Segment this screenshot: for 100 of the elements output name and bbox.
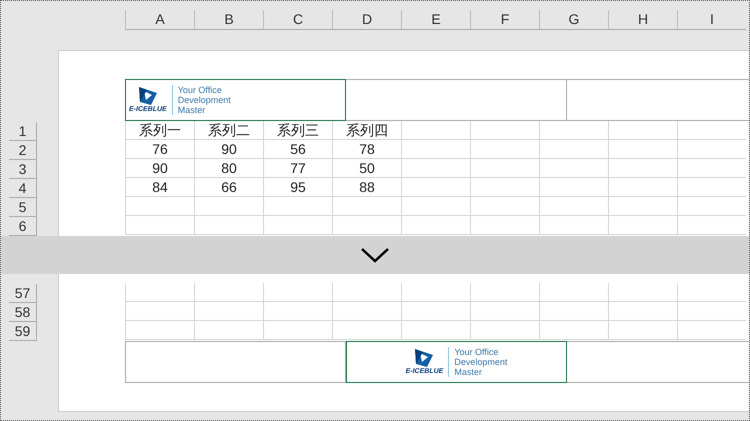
table-cell[interactable] [470,197,539,216]
table-cell[interactable] [194,216,263,235]
table-cell[interactable] [470,159,539,178]
column-header[interactable]: D [332,10,401,30]
table-cell[interactable]: 88 [332,178,401,197]
table-cell[interactable] [263,283,332,302]
table-cell[interactable] [677,121,746,140]
table-cell[interactable] [125,283,194,302]
column-header[interactable]: C [263,10,332,30]
table-cell[interactable] [539,121,608,140]
table-cell[interactable] [401,121,470,140]
table-cell[interactable] [677,178,746,197]
table-cell[interactable] [332,283,401,302]
table-cell[interactable] [539,216,608,235]
table-cell[interactable] [401,140,470,159]
column-header[interactable]: I [677,10,746,30]
footer-section[interactable] [567,341,749,383]
table-cell[interactable]: 84 [125,178,194,197]
table-cell[interactable] [608,121,677,140]
table-cell[interactable] [263,197,332,216]
table-cell[interactable] [539,140,608,159]
table-cell[interactable] [677,197,746,216]
table-cell[interactable] [263,216,332,235]
table-cell[interactable] [332,321,401,340]
table-cell[interactable]: 系列二 [194,121,263,140]
table-cell[interactable] [401,283,470,302]
table-cell[interactable] [125,321,194,340]
column-header[interactable]: H [608,10,677,30]
table-cell[interactable]: 90 [125,159,194,178]
table-cell[interactable] [332,197,401,216]
table-cell[interactable] [539,283,608,302]
table-cell[interactable] [608,197,677,216]
table-cell[interactable] [677,302,746,321]
table-cell[interactable] [470,140,539,159]
table-cell[interactable] [470,121,539,140]
table-cell[interactable] [539,159,608,178]
table-cell[interactable] [677,283,746,302]
row-header[interactable]: 59 [9,322,37,341]
table-cell[interactable] [677,216,746,235]
table-cell[interactable] [608,302,677,321]
table-cell[interactable]: 76 [125,140,194,159]
table-cell[interactable]: 78 [332,140,401,159]
table-cell[interactable] [539,302,608,321]
table-cell[interactable]: 56 [263,140,332,159]
table-cell[interactable] [332,302,401,321]
row-header[interactable]: 4 [9,179,37,198]
table-cell[interactable] [401,178,470,197]
table-cell[interactable] [332,216,401,235]
table-cell[interactable] [401,216,470,235]
table-cell[interactable]: 77 [263,159,332,178]
chevron-down-icon[interactable] [360,247,390,263]
table-cell[interactable]: 80 [194,159,263,178]
table-cell[interactable]: 50 [332,159,401,178]
row-header[interactable]: 2 [9,141,37,160]
table-cell[interactable] [194,283,263,302]
table-cell[interactable] [608,321,677,340]
table-cell[interactable] [677,321,746,340]
table-cell[interactable] [194,302,263,321]
table-cell[interactable] [608,216,677,235]
table-cell[interactable] [608,140,677,159]
table-cell[interactable] [125,302,194,321]
table-cell[interactable] [608,178,677,197]
table-cell[interactable] [401,197,470,216]
table-cell[interactable] [539,321,608,340]
table-cell[interactable] [125,197,194,216]
table-cell[interactable]: 系列一 [125,121,194,140]
table-cell[interactable]: 95 [263,178,332,197]
table-cell[interactable] [608,283,677,302]
table-cell[interactable] [470,283,539,302]
table-cell[interactable]: 90 [194,140,263,159]
column-header[interactable]: F [470,10,539,30]
row-header[interactable]: 58 [9,303,37,322]
header-section[interactable] [567,79,749,121]
column-header[interactable]: B [194,10,263,30]
table-cell[interactable] [125,216,194,235]
header-section[interactable] [346,79,567,121]
table-cell[interactable] [677,159,746,178]
row-header[interactable]: 1 [9,122,37,141]
row-header[interactable]: 57 [9,284,37,303]
table-cell[interactable] [470,178,539,197]
table-cell[interactable] [263,321,332,340]
table-cell[interactable] [401,159,470,178]
column-header[interactable]: G [539,10,608,30]
footer-section[interactable] [125,341,346,383]
row-header[interactable]: 5 [9,198,37,217]
column-header[interactable]: A [125,10,194,30]
table-cell[interactable] [470,302,539,321]
table-cell[interactable] [470,216,539,235]
table-cell[interactable] [539,197,608,216]
table-cell[interactable] [194,197,263,216]
table-cell[interactable] [263,302,332,321]
table-cell[interactable] [401,302,470,321]
table-cell[interactable] [470,321,539,340]
table-cell[interactable] [539,178,608,197]
table-cell[interactable]: 66 [194,178,263,197]
table-cell[interactable] [608,159,677,178]
table-cell[interactable] [677,140,746,159]
row-header[interactable]: 3 [9,160,37,179]
table-cell[interactable]: 系列四 [332,121,401,140]
table-cell[interactable] [194,321,263,340]
